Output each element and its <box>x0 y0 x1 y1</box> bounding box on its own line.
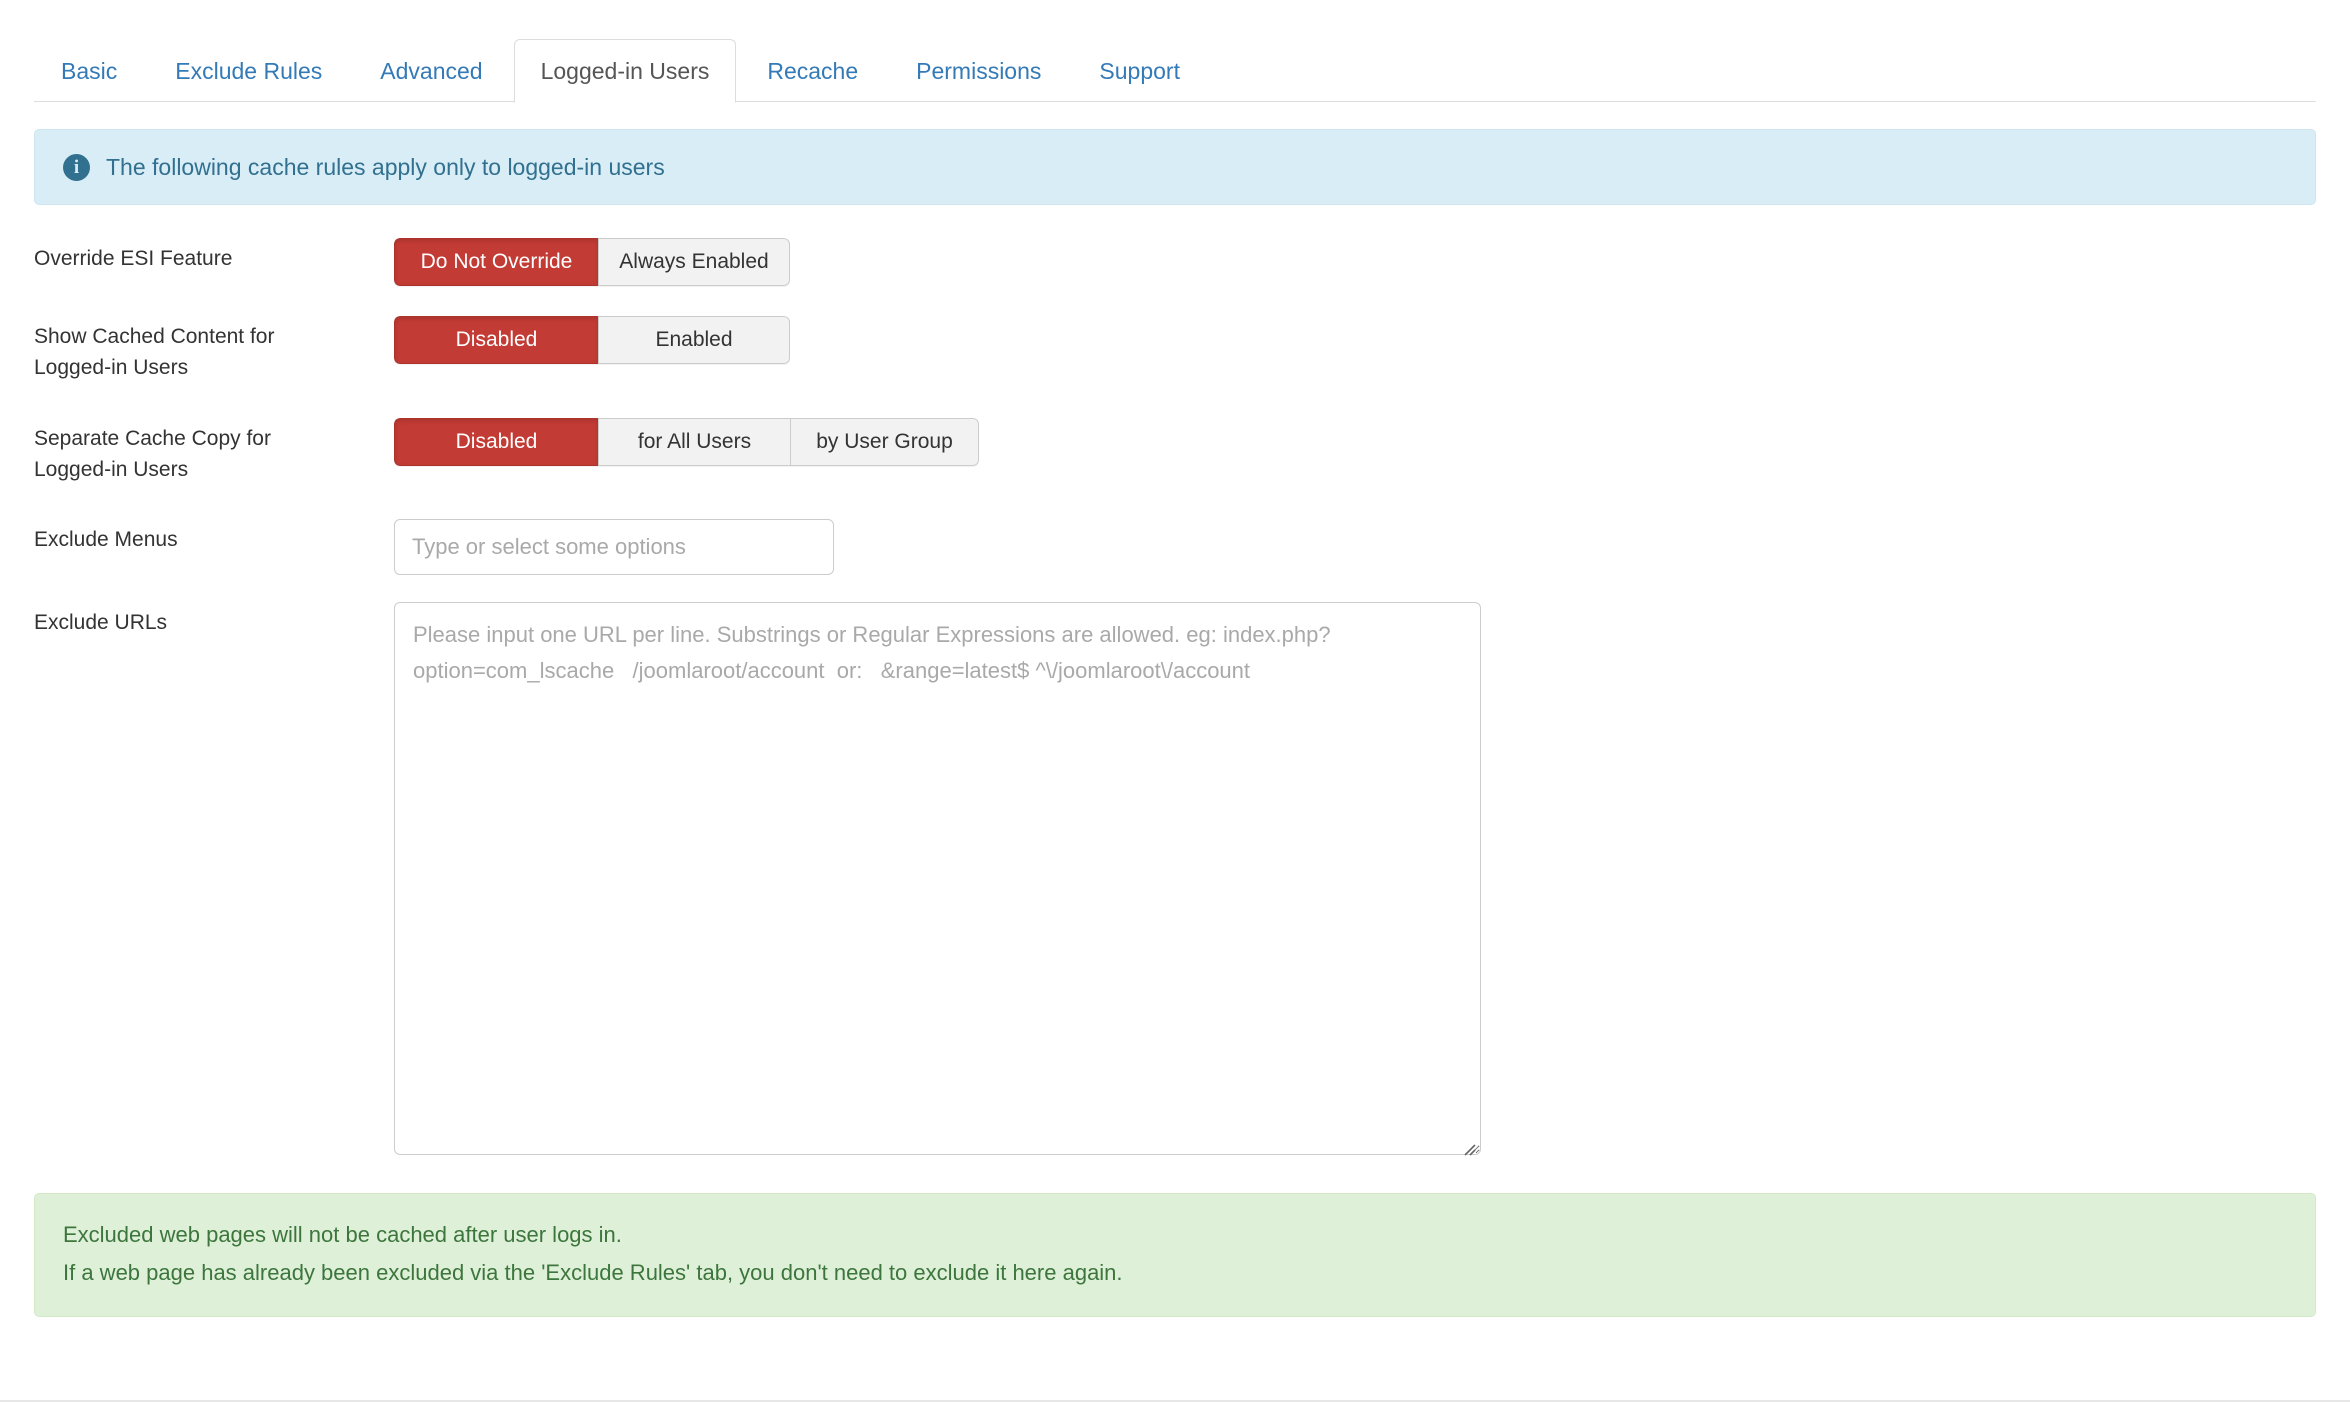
success-alert-line1: Excluded web pages will not be cached af… <box>63 1222 622 1247</box>
toggle-option-enabled-show-cached[interactable]: Enabled <box>598 316 790 364</box>
label-show-cached-content-line2: Logged-in Users <box>34 356 189 379</box>
toggle-option-for-all-users[interactable]: for All Users <box>598 418 790 466</box>
tab-bar: Basic Exclude Rules Advanced Logged-in U… <box>0 0 2350 103</box>
label-separate-cache-copy: Separate Cache Copy for Logged-in Users <box>34 418 394 485</box>
label-separate-cache-copy-line2: Logged-in Users <box>34 458 189 481</box>
info-circle-icon: i <box>63 153 90 181</box>
toggle-option-disabled-show-cached[interactable]: Disabled <box>394 316 598 364</box>
toggle-group-override-esi[interactable]: Do Not Override Always Enabled <box>394 238 790 286</box>
field-row-show-cached-content: Show Cached Content for Logged-in Users … <box>34 316 2316 383</box>
field-row-exclude-menus: Exclude Menus <box>34 519 2316 575</box>
tab-recache[interactable]: Recache <box>740 39 885 103</box>
control-separate-cache-copy: Disabled for All Users by User Group <box>394 418 2316 466</box>
field-row-override-esi: Override ESI Feature Do Not Override Alw… <box>34 238 2316 286</box>
label-override-esi: Override ESI Feature <box>34 247 233 270</box>
exclude-urls-textarea[interactable] <box>394 602 1481 1155</box>
info-alert-text: The following cache rules apply only to … <box>106 154 665 180</box>
tab-basic[interactable]: Basic <box>34 39 144 103</box>
label-exclude-urls: Exclude URLs <box>34 611 168 634</box>
tab-support[interactable]: Support <box>1072 39 1207 103</box>
toggle-group-separate-cache-copy[interactable]: Disabled for All Users by User Group <box>394 418 979 466</box>
control-exclude-menus <box>394 519 2316 575</box>
label-show-cached-content: Show Cached Content for Logged-in Users <box>34 316 394 383</box>
label-show-cached-content-line1: Show Cached Content for <box>34 325 275 348</box>
info-alert: i The following cache rules apply only t… <box>34 129 2316 205</box>
success-alert: Excluded web pages will not be cached af… <box>34 1193 2316 1317</box>
success-alert-line2: If a web page has already been excluded … <box>63 1260 1123 1285</box>
label-separate-cache-copy-line1: Separate Cache Copy for <box>34 427 271 450</box>
control-exclude-urls <box>394 602 2316 1161</box>
field-row-exclude-urls: Exclude URLs <box>34 602 2316 1161</box>
tab-permissions[interactable]: Permissions <box>889 39 1068 103</box>
tab-advanced[interactable]: Advanced <box>353 39 509 103</box>
toggle-option-disabled-separate-cache[interactable]: Disabled <box>394 418 598 466</box>
tab-list: Basic Exclude Rules Advanced Logged-in U… <box>34 0 2316 103</box>
tab-exclude-rules[interactable]: Exclude Rules <box>148 39 349 103</box>
toggle-group-show-cached-content[interactable]: Disabled Enabled <box>394 316 790 364</box>
toggle-option-by-user-group[interactable]: by User Group <box>790 418 979 466</box>
field-row-separate-cache-copy: Separate Cache Copy for Logged-in Users … <box>34 418 2316 485</box>
tab-logged-in-users[interactable]: Logged-in Users <box>513 39 737 103</box>
toggle-option-always-enabled[interactable]: Always Enabled <box>598 238 790 286</box>
control-override-esi: Do Not Override Always Enabled <box>394 238 2316 286</box>
exclude-menus-input[interactable] <box>394 519 834 575</box>
label-exclude-menus: Exclude Menus <box>34 528 178 551</box>
control-show-cached-content: Disabled Enabled <box>394 316 2316 364</box>
settings-form: Override ESI Feature Do Not Override Alw… <box>0 238 2350 1161</box>
toggle-option-do-not-override[interactable]: Do Not Override <box>394 238 598 286</box>
exclude-urls-wrapper <box>394 602 1481 1161</box>
